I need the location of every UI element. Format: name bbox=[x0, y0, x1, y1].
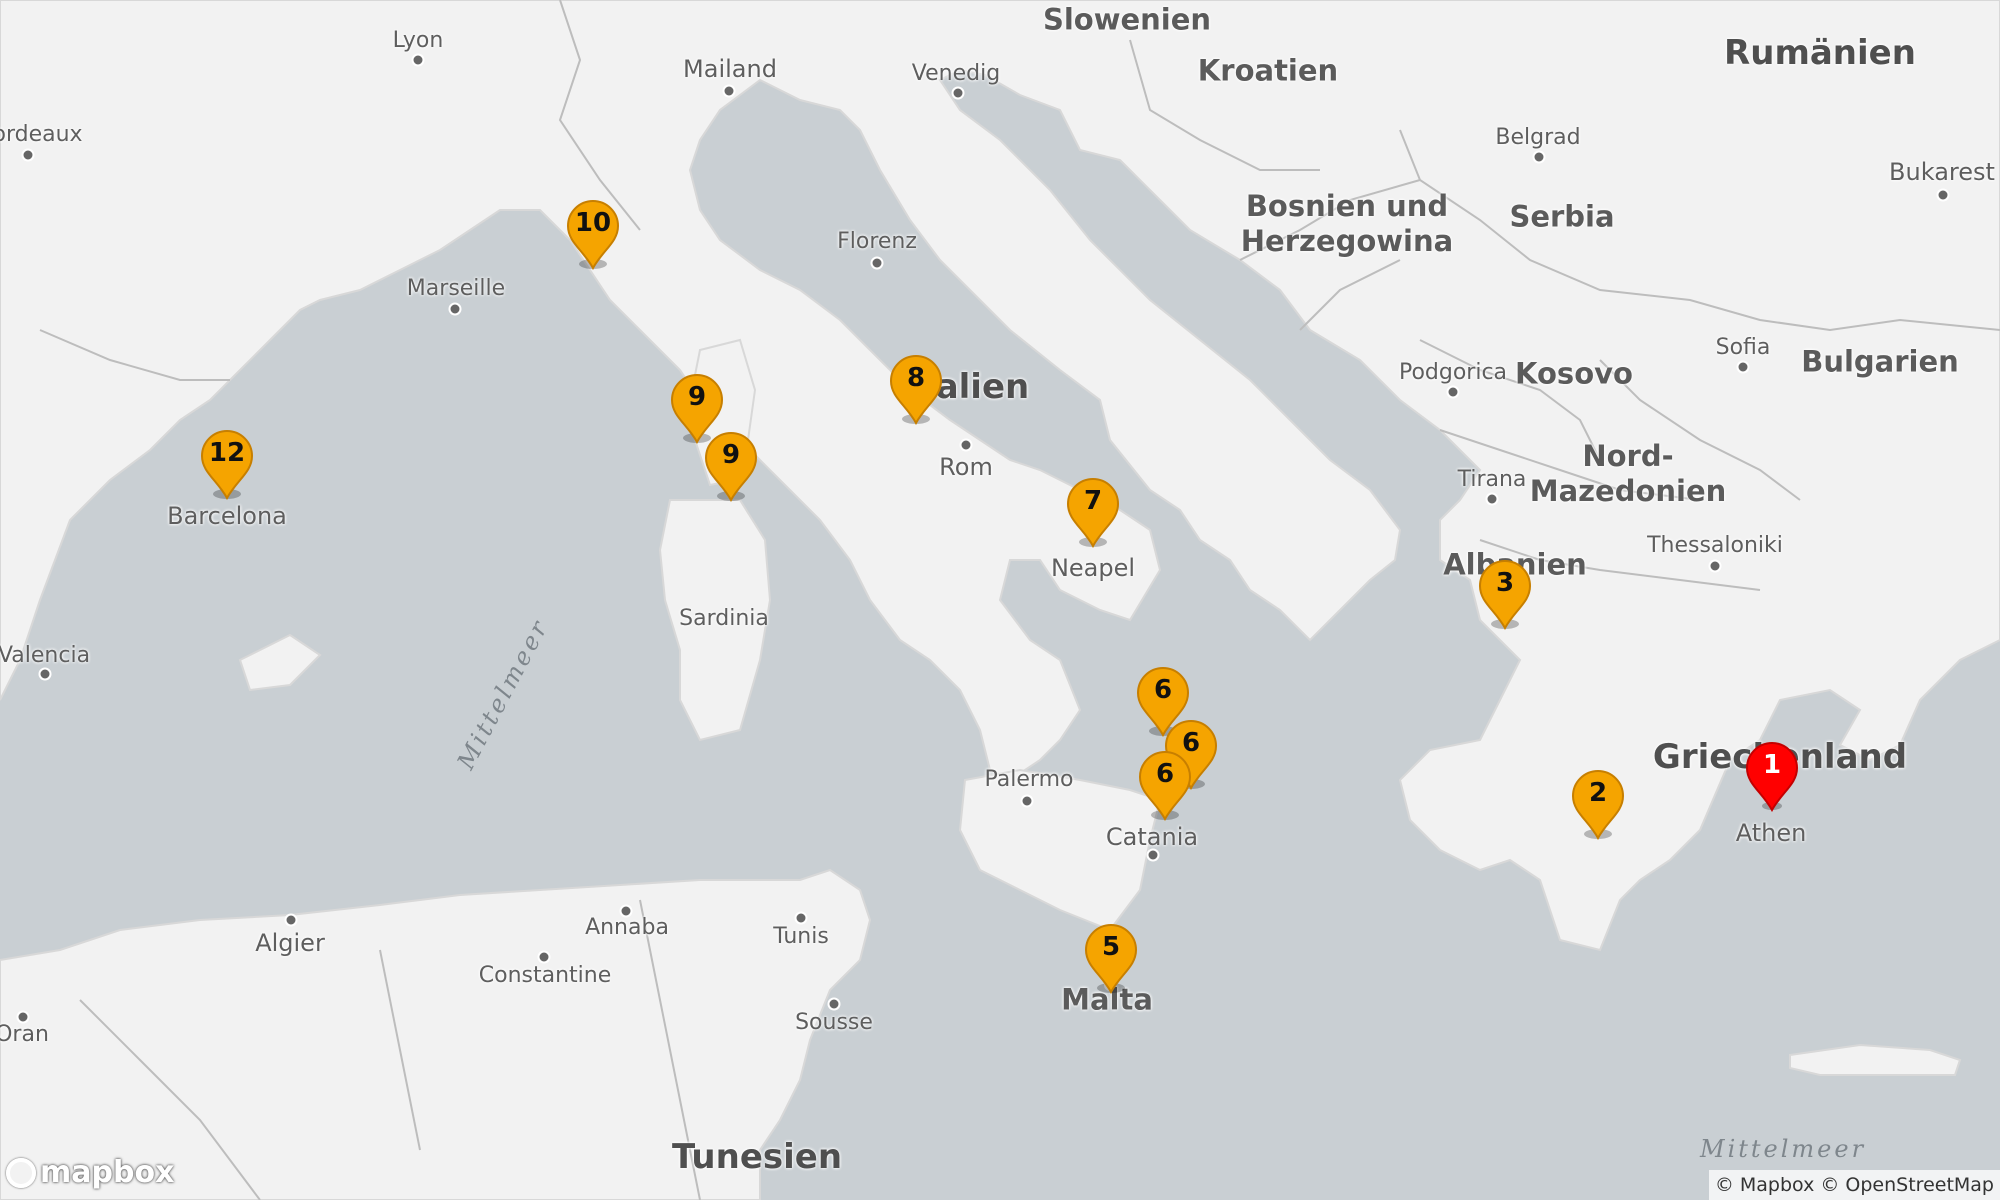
city-label-thessaloniki: Thessaloniki bbox=[1647, 533, 1783, 558]
city-label-tunis: Tunis bbox=[773, 924, 829, 949]
city-dot-sofia bbox=[1736, 360, 1750, 374]
city-dot-podgorica bbox=[1446, 385, 1460, 399]
city-label-tirana: Tirana bbox=[1457, 467, 1527, 492]
mapbox-logo[interactable]: mapbox bbox=[6, 1155, 174, 1190]
marker-label: 8 bbox=[906, 363, 926, 393]
map-basemap bbox=[0, 0, 2000, 1200]
marker-label: 6 bbox=[1153, 675, 1173, 705]
marker-label: 1 bbox=[1762, 750, 1782, 780]
marker-malta[interactable]: 5 bbox=[1081, 922, 1141, 994]
mapbox-logo-icon bbox=[6, 1157, 36, 1188]
city-label-sofia: Sofia bbox=[1715, 335, 1771, 360]
city-label-valencia: Valencia bbox=[0, 643, 91, 668]
city-dot-valencia bbox=[38, 667, 52, 681]
city-label-constantine: Constantine bbox=[478, 963, 612, 988]
city-label-palermo: Palermo bbox=[984, 767, 1074, 792]
marker-barcelona[interactable]: 12 bbox=[197, 428, 257, 500]
city-label-annaba: Annaba bbox=[585, 915, 669, 940]
city-dot-venedig bbox=[951, 86, 965, 100]
city-dot-florenz bbox=[870, 256, 884, 270]
city-label-florenz: Florenz bbox=[837, 229, 917, 254]
marker-label: 3 bbox=[1495, 568, 1515, 598]
marker-albania[interactable]: 3 bbox=[1475, 558, 1535, 630]
city-label-bukarest: Bukarest bbox=[1889, 158, 1995, 186]
city-dot-algier bbox=[284, 913, 298, 927]
city-label-neapel: Neapel bbox=[1050, 554, 1136, 582]
marker-civitavecchia[interactable]: 8 bbox=[886, 353, 946, 425]
marker-corsica-south[interactable]: 9 bbox=[701, 430, 761, 502]
marker-label: 12 bbox=[208, 438, 246, 468]
country-label-nordmazedonien: Nord- Mazedonien bbox=[1529, 439, 1727, 508]
marker-athen[interactable]: 1 bbox=[1742, 740, 1802, 812]
city-dot-lyon bbox=[411, 53, 425, 67]
city-label-bordeaux: Bordeaux bbox=[0, 122, 83, 147]
city-label-marseille: Marseille bbox=[406, 276, 506, 301]
city-label-barcelona: Barcelona bbox=[167, 502, 287, 530]
marker-label: 6 bbox=[1155, 759, 1175, 789]
city-label-algier: Algier bbox=[255, 929, 325, 957]
city-dot-bukarest bbox=[1936, 188, 1950, 202]
city-dot-palermo bbox=[1020, 794, 1034, 808]
city-dot-thessaloniki bbox=[1708, 559, 1722, 573]
country-label-rumaenien: Rumänien bbox=[1724, 33, 1916, 73]
marker-neapel[interactable]: 7 bbox=[1063, 476, 1123, 548]
marker-nice[interactable]: 10 bbox=[563, 198, 623, 270]
marker-label: 10 bbox=[574, 208, 612, 238]
marker-messina[interactable]: 6 bbox=[1135, 749, 1195, 821]
city-dot-sousse bbox=[827, 997, 841, 1011]
city-dot-belgrad bbox=[1532, 150, 1546, 164]
map-canvas[interactable]: Mittelmeer Mittelmeer Slowenien Kroatien… bbox=[0, 0, 2000, 1200]
city-label-sousse: Sousse bbox=[795, 1010, 873, 1035]
city-label-mailand: Mailand bbox=[683, 55, 777, 83]
marker-label: 9 bbox=[721, 440, 741, 470]
city-label-oran: Oran bbox=[0, 1022, 49, 1047]
city-label-podgorica: Podgorica bbox=[1398, 360, 1508, 385]
marker-label: 2 bbox=[1588, 778, 1608, 808]
country-label-bosnien: Bosnien und Herzegowina bbox=[1240, 189, 1454, 258]
country-label-kroatien: Kroatien bbox=[1197, 53, 1339, 88]
marker-label: 9 bbox=[687, 382, 707, 412]
country-label-bulgarien: Bulgarien bbox=[1801, 344, 1959, 379]
city-label-rom: Rom bbox=[939, 453, 993, 481]
sea-label-mittelmeer-east: Mittelmeer bbox=[1700, 1135, 1867, 1163]
marker-label: 5 bbox=[1101, 932, 1121, 962]
city-dot-tunis bbox=[794, 911, 808, 925]
mapbox-logo-text: mapbox bbox=[40, 1155, 175, 1190]
city-dot-bordeaux bbox=[21, 148, 35, 162]
city-dot-rom bbox=[959, 438, 973, 452]
country-label-tunesien: Tunesien bbox=[671, 1137, 843, 1177]
city-label-lyon: Lyon bbox=[392, 28, 444, 53]
city-label-athen: Athen bbox=[1735, 819, 1807, 847]
city-label-sardinia: Sardinia bbox=[679, 606, 769, 631]
city-dot-constantine bbox=[537, 950, 551, 964]
country-label-kosovo: Kosovo bbox=[1515, 356, 1633, 391]
city-dot-mailand bbox=[722, 84, 736, 98]
map-attribution[interactable]: © Mapbox © OpenStreetMap bbox=[1708, 1170, 2000, 1200]
city-dot-marseille bbox=[448, 302, 462, 316]
marker-label: 7 bbox=[1083, 486, 1103, 516]
country-label-slowenien: Slowenien bbox=[1042, 2, 1212, 37]
city-label-venedig: Venedig bbox=[911, 61, 1001, 86]
city-label-catania: Catania bbox=[1105, 823, 1199, 851]
marker-peloponnese[interactable]: 2 bbox=[1568, 768, 1628, 840]
city-dot-tirana bbox=[1485, 492, 1499, 506]
country-label-serbia: Serbia bbox=[1509, 199, 1615, 234]
city-label-belgrad: Belgrad bbox=[1495, 125, 1581, 150]
